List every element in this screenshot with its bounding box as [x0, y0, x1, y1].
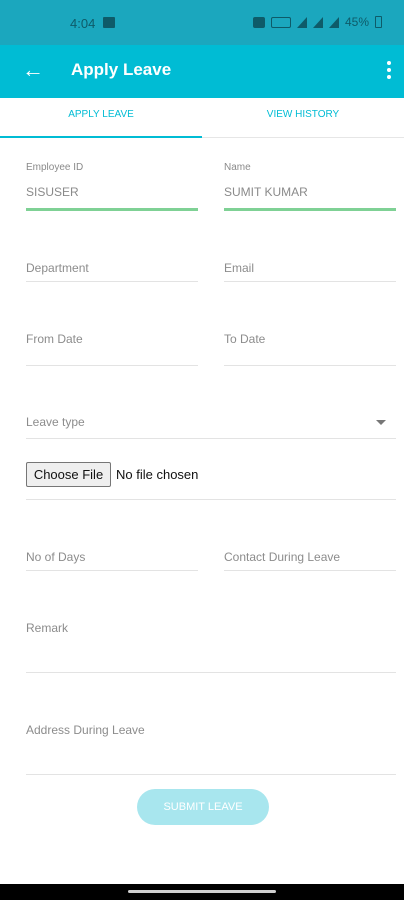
tab-indicator: [0, 136, 202, 138]
leave-type-select[interactable]: Leave type: [26, 412, 396, 439]
remark-placeholder: Remark: [26, 621, 69, 635]
email-field[interactable]: Email: [224, 258, 396, 282]
status-icons: 45%: [252, 15, 382, 29]
submit-leave-button[interactable]: SUBMIT LEAVE: [137, 789, 269, 825]
headphones-icon: [252, 16, 265, 28]
battery-percent: 45%: [344, 15, 369, 29]
more-vertical-icon[interactable]: [386, 61, 392, 81]
chevron-down-icon: [376, 420, 386, 425]
name-value: SUMIT KUMAR: [224, 185, 308, 199]
tab-apply-leave[interactable]: APPLY LEAVE: [0, 98, 202, 138]
status-bar: 4:04 45%: [0, 0, 404, 45]
address-during-leave-field[interactable]: Address During Leave: [26, 720, 396, 775]
employee-id-field[interactable]: Employee ID SISUSER: [26, 162, 198, 211]
status-time: 4:04: [70, 16, 96, 31]
from-date-field[interactable]: From Date: [26, 329, 198, 366]
to-date-placeholder: To Date: [224, 332, 266, 346]
signal-icon: [328, 16, 339, 28]
email-placeholder: Email: [224, 261, 255, 275]
to-date-field[interactable]: To Date: [224, 329, 396, 366]
remark-field[interactable]: Remark: [26, 618, 396, 673]
arrow-left-icon[interactable]: ←: [22, 57, 44, 83]
page-title: Apply Leave: [71, 60, 172, 79]
app-bar: ← Apply Leave: [0, 45, 404, 98]
department-placeholder: Department: [26, 261, 89, 275]
file-upload-field: Choose File No file chosen: [26, 460, 396, 500]
employee-id-label: Employee ID: [26, 162, 84, 173]
sim-icon: [270, 16, 291, 28]
tab-bar: APPLY LEAVE VIEW HISTORY: [0, 98, 404, 138]
contact-during-leave-placeholder: Contact During Leave: [224, 550, 341, 564]
image-icon: [103, 17, 115, 28]
from-date-placeholder: From Date: [26, 332, 83, 346]
battery-icon: [375, 16, 382, 28]
wifi-icon: [296, 16, 307, 28]
file-status-text: No file chosen: [116, 467, 199, 482]
contact-during-leave-field[interactable]: Contact During Leave: [224, 547, 396, 571]
leave-type-placeholder: Leave type: [26, 415, 85, 429]
no-of-days-field[interactable]: No of Days: [26, 547, 198, 571]
employee-id-value: SISUSER: [26, 185, 79, 199]
home-gesture-handle[interactable]: [128, 890, 276, 893]
tab-view-history[interactable]: VIEW HISTORY: [202, 98, 404, 138]
address-during-leave-placeholder: Address During Leave: [26, 723, 145, 737]
choose-file-button[interactable]: Choose File: [26, 462, 111, 487]
name-label: Name: [224, 162, 251, 173]
system-nav-bar: [0, 884, 404, 900]
signal-icon: [312, 16, 323, 28]
department-field[interactable]: Department: [26, 258, 198, 282]
name-field[interactable]: Name SUMIT KUMAR: [224, 162, 396, 211]
no-of-days-placeholder: No of Days: [26, 550, 86, 564]
